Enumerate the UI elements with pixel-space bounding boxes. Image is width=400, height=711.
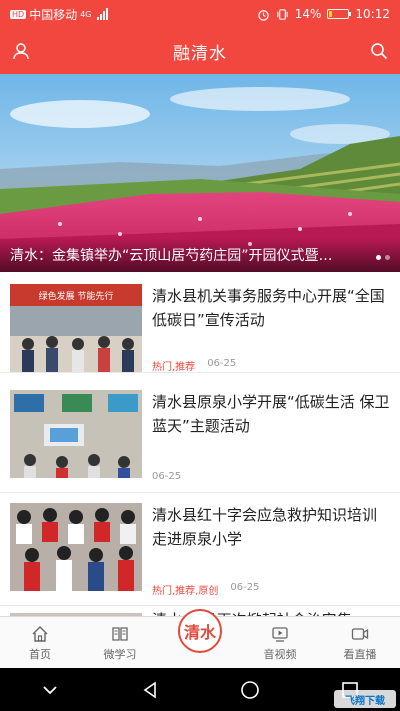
center-logo-text: 清水 <box>183 623 216 642</box>
carousel-dot <box>385 255 390 260</box>
news-title: 清水县原泉小学开展“低碳生活 保卫蓝天”主题活动 <box>152 393 390 435</box>
clock: 10:12 <box>355 7 390 21</box>
back-icon[interactable] <box>140 680 160 700</box>
network-label: 4G <box>80 9 92 19</box>
news-thumbnail <box>10 503 142 591</box>
news-item[interactable]: 绿色发展 节能先行 清水县机关事务服务中心开展“全国低碳日”宣传活动 热门,推荐… <box>0 272 400 373</box>
tab-live[interactable]: 看直播 <box>320 617 400 668</box>
battery-icon <box>327 9 352 19</box>
watermark: 飞翔下载 <box>334 690 396 708</box>
book-icon <box>112 627 128 641</box>
tab-home[interactable]: 首页 <box>0 617 80 668</box>
news-item[interactable]: 清水县原泉小学开展“低碳生活 保卫蓝天”主题活动 06-25 <box>0 373 400 493</box>
video-icon <box>272 627 288 642</box>
news-tags: 热门,推荐 <box>152 362 196 373</box>
news-meta: 06-25 <box>152 471 181 482</box>
chevron-down-icon[interactable] <box>40 680 60 700</box>
search-icon <box>371 43 388 60</box>
tab-audio-video[interactable]: 音视频 <box>240 617 320 668</box>
home-icon <box>32 626 48 642</box>
signal-icon <box>96 8 108 20</box>
home-circle-icon[interactable] <box>240 680 260 700</box>
bottom-tab-bar: 首页 微学习 清水 音视频 看直播 <box>0 609 400 668</box>
news-meta: 热门,推荐 06-25 <box>152 358 236 373</box>
app-header: 融清水 <box>0 28 400 74</box>
page-title: 融清水 <box>173 43 227 64</box>
tab-center[interactable]: 清水 <box>160 609 240 668</box>
tab-label: 音视频 <box>263 648 297 661</box>
news-meta: 热门,推荐,原创 06-25 <box>152 582 259 597</box>
carousel-dot <box>376 255 381 260</box>
camera-icon <box>351 628 369 640</box>
news-title: 清水县红十字会应急救护知识培训走进原泉小学 <box>152 506 378 548</box>
tab-label: 首页 <box>29 648 51 661</box>
tab-label: 微学习 <box>103 648 137 661</box>
tab-micro-learning[interactable]: 微学习 <box>80 617 160 668</box>
carrier-label: 中国移动 <box>29 7 78 22</box>
alarm-icon <box>257 9 269 21</box>
news-date: 06-25 <box>152 471 182 482</box>
news-thumbnail <box>10 390 142 478</box>
user-icon <box>13 43 29 60</box>
center-logo: 清水 <box>178 609 222 653</box>
news-title: 清水县机关事务服务中心开展“全国低碳日”宣传活动 <box>152 287 385 329</box>
search-button[interactable] <box>368 40 390 62</box>
news-thumbnail: 绿色发展 节能先行 <box>10 284 142 372</box>
thumb-sign-text: 绿色发展 节能先行 <box>39 290 114 302</box>
battery-percent: 14% <box>294 7 322 21</box>
profile-button[interactable] <box>10 40 32 62</box>
vibrate-icon <box>277 8 288 20</box>
tab-label: 看直播 <box>343 648 377 661</box>
banner-caption[interactable]: 清水：金集镇举办“云顶山居芍药庄园”开园仪式暨… <box>0 238 400 272</box>
status-bar: HD 中国移动 4G 14% 10:12 <box>0 0 400 28</box>
news-item[interactable]: 清水县红十字会应急救护知识培训走进原泉小学 热门,推荐,原创 06-25 <box>0 493 400 606</box>
hd-badge: HD <box>10 9 27 19</box>
banner-carousel[interactable]: 清水：金集镇举办“云顶山居芍药庄园”开园仪式暨… <box>0 74 400 272</box>
news-tags: 热门,推荐,原创 <box>152 586 219 597</box>
news-date: 06-25 <box>230 582 260 593</box>
news-date: 06-25 <box>207 358 237 369</box>
banner-caption-text: 清水：金集镇举办“云顶山居芍药庄园”开园仪式暨… <box>10 248 333 264</box>
carousel-dots <box>376 255 390 260</box>
